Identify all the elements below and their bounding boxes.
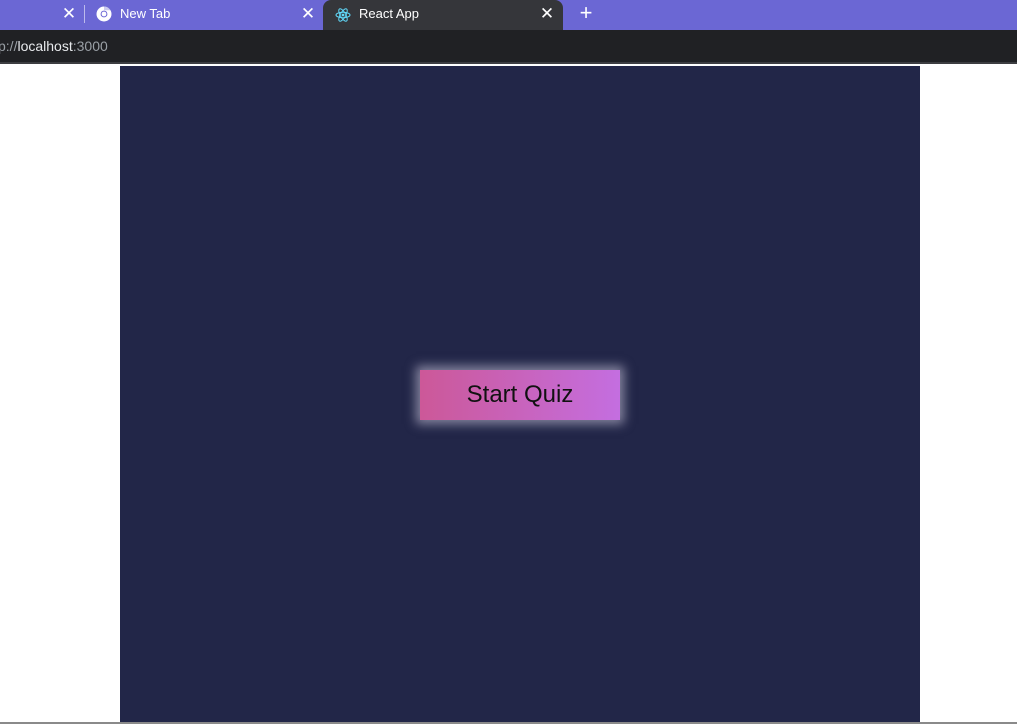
url-host: localhost [17, 38, 73, 54]
start-quiz-button[interactable]: Start Quiz [420, 370, 620, 420]
tab-title: New Tab [120, 6, 171, 21]
tab-separator [84, 5, 85, 23]
new-tab-button[interactable]: + [574, 2, 598, 26]
tab-react-app[interactable]: React App ✕ [323, 0, 563, 30]
browser-window: ✕ New Tab ✕ React App ✕ + p://localhost:… [0, 0, 1017, 724]
close-icon[interactable]: ✕ [59, 4, 79, 24]
tab-previous[interactable]: ✕ [0, 0, 84, 28]
tab-strip: ✕ New Tab ✕ React App ✕ + [0, 0, 1017, 30]
chrome-icon [96, 6, 112, 22]
url-port: :3000 [72, 38, 108, 54]
url-scheme: p:// [0, 38, 18, 54]
close-icon[interactable]: ✕ [537, 4, 557, 24]
tab-new-tab[interactable]: New Tab ✕ [86, 0, 322, 28]
url-text[interactable]: p://localhost:3000 [0, 38, 108, 54]
react-icon [335, 7, 351, 23]
app-container: Start Quiz [120, 66, 920, 724]
address-bar[interactable]: p://localhost:3000 [0, 30, 1017, 64]
close-icon[interactable]: ✕ [298, 4, 318, 24]
tab-title: React App [359, 6, 419, 21]
page-viewport: Start Quiz [0, 64, 1017, 724]
